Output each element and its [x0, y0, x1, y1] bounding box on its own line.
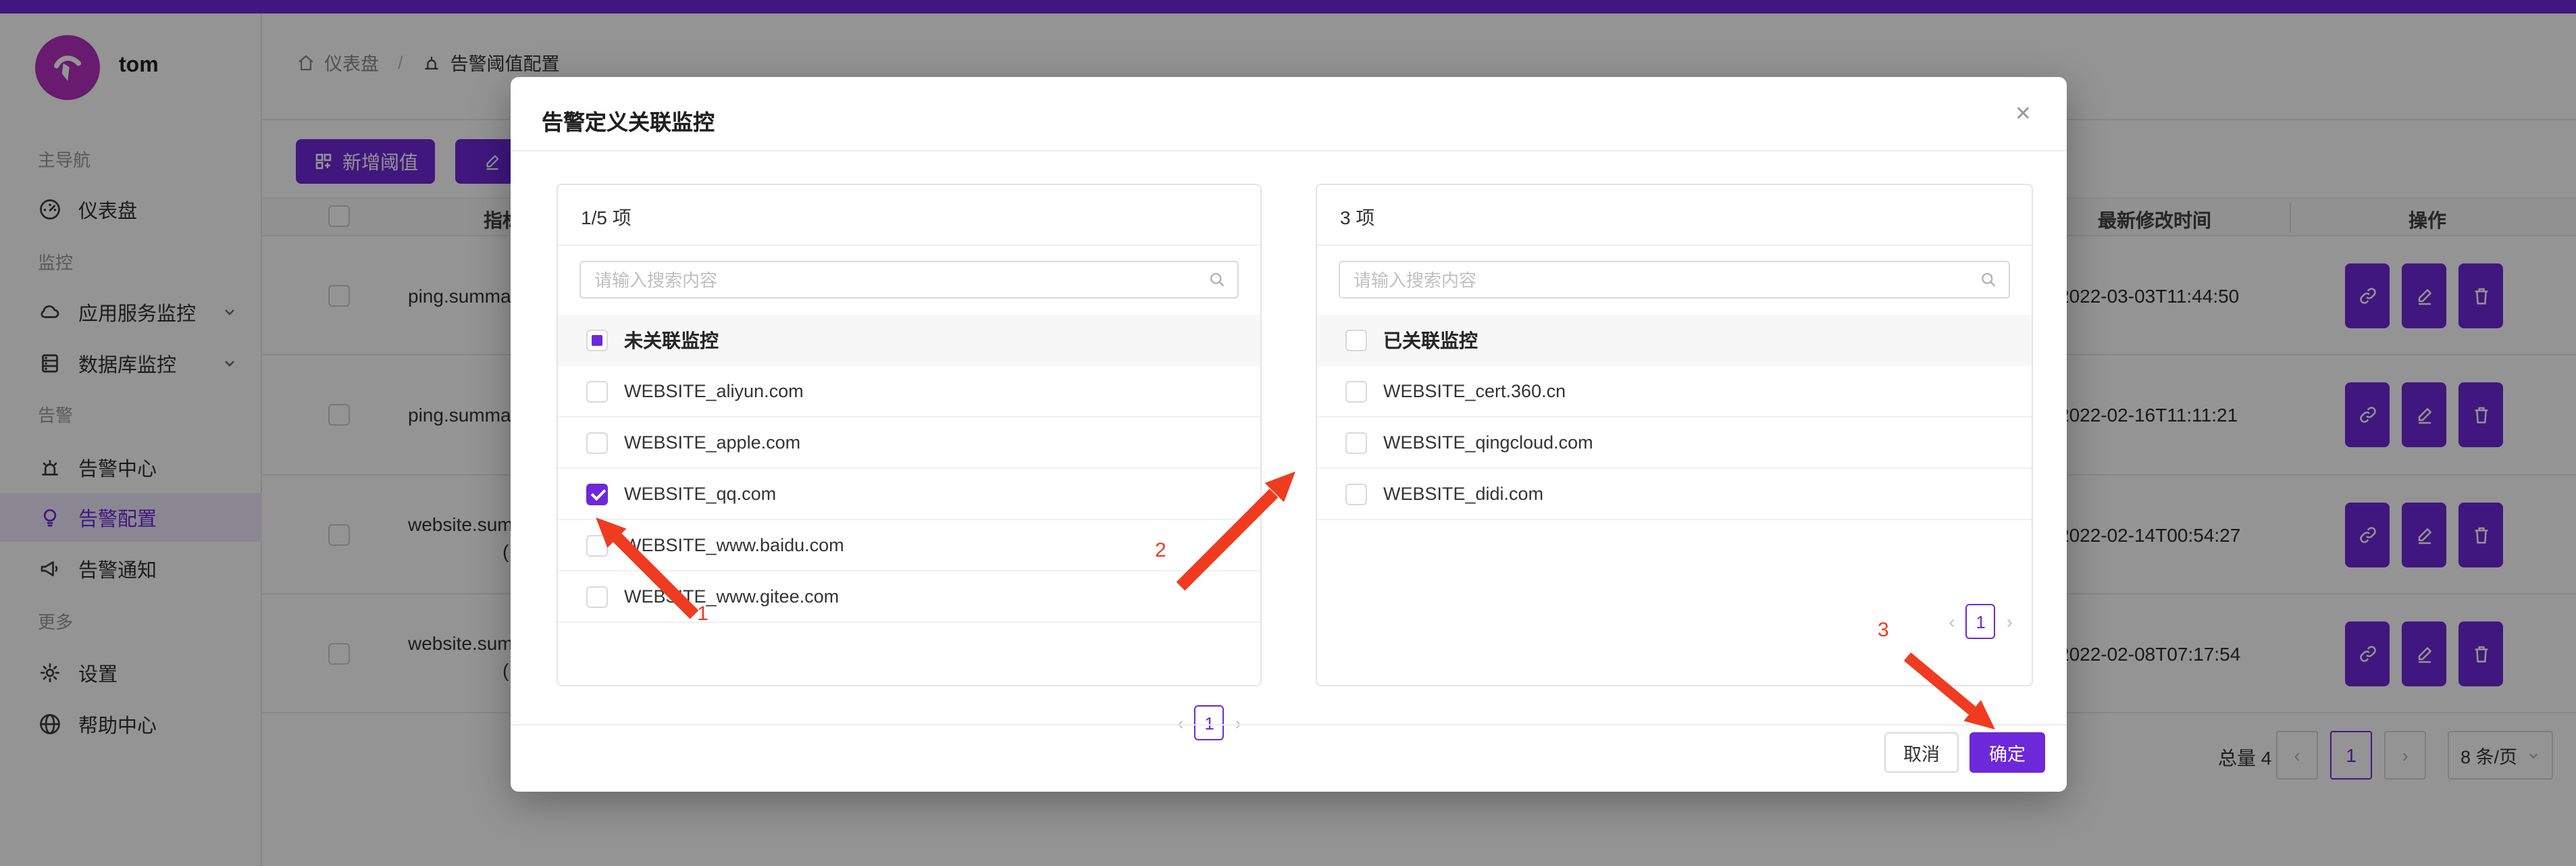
- item-checkbox-checked[interactable]: [586, 483, 608, 505]
- item-label: WEBSITE_qingcloud.com: [1383, 432, 1593, 453]
- panel-divider: [1317, 245, 2032, 246]
- list-item[interactable]: WEBSITE_didi.com: [1317, 469, 2032, 520]
- item-checkbox[interactable]: [586, 380, 608, 402]
- list-item[interactable]: WEBSITE_apple.com: [558, 417, 1260, 469]
- search-icon: [1208, 270, 1227, 289]
- prev-page-button[interactable]: ‹: [1949, 611, 1955, 632]
- close-icon[interactable]: ✕: [2015, 101, 2032, 126]
- item-checkbox[interactable]: [586, 586, 608, 607]
- next-page-button[interactable]: ›: [2007, 611, 2013, 632]
- group-checkbox[interactable]: [1345, 330, 1367, 351]
- search-field-wrap: [1339, 261, 2010, 299]
- related-count: 3 项: [1340, 204, 1374, 231]
- unrelated-group-row: 未关联监控: [558, 315, 1260, 366]
- item-label: WEBSITE_qq.com: [624, 484, 776, 504]
- list-item[interactable]: WEBSITE_aliyun.com: [558, 366, 1260, 417]
- dialog-footer-divider: [511, 724, 2067, 725]
- search-input[interactable]: [1339, 261, 2010, 299]
- item-label: WEBSITE_didi.com: [1383, 484, 1543, 504]
- item-label: WEBSITE_cert.360.cn: [1383, 381, 1566, 401]
- group-checkbox-indeterminate[interactable]: [586, 330, 608, 351]
- group-label: 未关联监控: [624, 327, 719, 354]
- item-checkbox[interactable]: [1345, 483, 1367, 505]
- prev-page-button[interactable]: ‹: [1177, 712, 1183, 734]
- list-item[interactable]: WEBSITE_cert.360.cn: [1317, 366, 2032, 417]
- list-item[interactable]: WEBSITE_www.baidu.com: [558, 520, 1260, 571]
- panel-pagination: ‹ 1 ›: [1177, 705, 1241, 740]
- current-page-button[interactable]: 1: [1195, 705, 1225, 740]
- search-field-wrap: [579, 261, 1239, 299]
- item-checkbox[interactable]: [586, 432, 608, 453]
- relate-monitor-dialog: 告警定义关联监控 ✕ 1/5 项 未关联监控 WEBSITE_aliyun.co…: [511, 77, 2067, 792]
- list-item[interactable]: WEBSITE_www.gitee.com: [558, 571, 1260, 623]
- next-page-button[interactable]: ›: [1235, 712, 1241, 734]
- group-label: 已关联监控: [1383, 327, 1478, 354]
- related-group-row: 已关联监控: [1317, 315, 2032, 366]
- item-checkbox[interactable]: [1345, 380, 1367, 402]
- list-item[interactable]: WEBSITE_qq.com: [558, 469, 1260, 520]
- list-item[interactable]: WEBSITE_qingcloud.com: [1317, 417, 2032, 469]
- search-input[interactable]: [579, 261, 1239, 299]
- panel-divider: [558, 245, 1260, 246]
- dialog-header-divider: [511, 150, 2067, 151]
- search-icon: [1979, 270, 1998, 289]
- current-page-button[interactable]: 1: [1966, 604, 1996, 639]
- item-checkbox[interactable]: [1345, 432, 1367, 453]
- item-label: WEBSITE_www.baidu.com: [624, 535, 844, 555]
- item-label: WEBSITE_aliyun.com: [624, 381, 804, 401]
- app-root: tom 主导航 仪表盘 监控 应用服务监控 数据库监控 告警 告警中心 告警配置: [0, 0, 2576, 866]
- item-label: WEBSITE_apple.com: [624, 432, 800, 453]
- confirm-button[interactable]: 确定: [1969, 732, 2045, 773]
- item-label: WEBSITE_www.gitee.com: [624, 586, 839, 607]
- unrelated-count: 1/5 项: [581, 204, 632, 231]
- cancel-button[interactable]: 取消: [1884, 732, 1959, 773]
- item-checkbox[interactable]: [586, 534, 608, 556]
- related-panel: 3 项 已关联监控 WEBSITE_cert.360.cn WEBSITE_qi…: [1316, 184, 2033, 686]
- dialog-title: 告警定义关联监控: [542, 104, 715, 136]
- unrelated-panel: 1/5 项 未关联监控 WEBSITE_aliyun.com WEBSITE_a…: [557, 184, 1262, 686]
- panel-pagination: ‹ 1 ›: [1949, 604, 2013, 639]
